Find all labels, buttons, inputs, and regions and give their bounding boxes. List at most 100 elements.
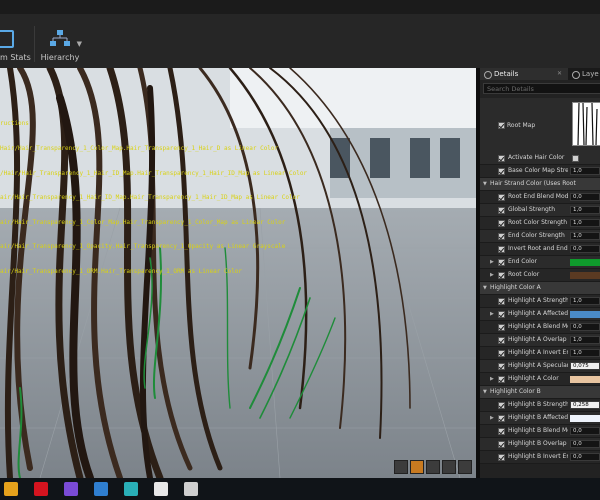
- override-checkbox[interactable]: [498, 350, 505, 357]
- lit-icon[interactable]: [410, 460, 424, 474]
- override-checkbox[interactable]: [498, 194, 505, 201]
- category-collapse-icon[interactable]: ▼: [483, 178, 487, 190]
- property-row: ▶ Highlight A Color: [480, 373, 600, 386]
- camera-icon[interactable]: [442, 460, 456, 474]
- hierarchy-button[interactable]: ▼ Hierarchy: [40, 24, 82, 64]
- expand-arrow-icon[interactable]: ▶: [490, 256, 494, 268]
- chrome-icon[interactable]: [4, 482, 18, 496]
- property-row: Invert Root and End Col0,0: [480, 243, 600, 256]
- override-checkbox[interactable]: [498, 441, 505, 448]
- property-category[interactable]: ▼ Highlight Color B: [480, 386, 600, 399]
- property-value-field[interactable]: 0,258: [570, 401, 600, 409]
- override-checkbox[interactable]: [498, 168, 505, 175]
- override-checkbox[interactable]: [498, 311, 505, 318]
- tab-layers[interactable]: Laye: [568, 68, 600, 80]
- log-line: air/Hair_Transparency_1_Opacity.Hair_Tra…: [0, 243, 286, 251]
- search-details-input[interactable]: Search Details: [483, 83, 600, 94]
- property-row: Base Color Map Streng1,0: [480, 165, 600, 178]
- box-icon[interactable]: [184, 482, 198, 496]
- expand-arrow-icon[interactable]: ▶: [490, 308, 494, 320]
- category-collapse-icon[interactable]: ▼: [483, 386, 487, 398]
- override-checkbox[interactable]: [498, 272, 505, 279]
- color-swatch[interactable]: [570, 415, 600, 422]
- perspective-icon[interactable]: [394, 460, 408, 474]
- override-checkbox[interactable]: [498, 220, 505, 227]
- root-map-texture-thumbnail[interactable]: [572, 102, 600, 146]
- property-value-field[interactable]: 1,0: [570, 349, 600, 357]
- property-value-field[interactable]: 1,0: [570, 336, 600, 344]
- window: [440, 138, 460, 178]
- property-value-field[interactable]: 0,0: [570, 440, 600, 448]
- property-category[interactable]: ▼ Hair Strand Color (Uses Root: [480, 178, 600, 191]
- property-row: Highlight A Strength 1,0: [480, 295, 600, 308]
- override-checkbox[interactable]: [498, 298, 505, 305]
- override-checkbox[interactable]: [498, 363, 505, 370]
- media-icon[interactable]: [64, 482, 78, 496]
- property-value-field[interactable]: 1,0: [570, 206, 600, 214]
- layout-icon[interactable]: [458, 460, 472, 474]
- property-value-field[interactable]: 1,0: [570, 167, 600, 175]
- property-value-field[interactable]: 0,075: [570, 362, 600, 370]
- property-label: Highlight A Overlap End: [508, 336, 568, 343]
- override-checkbox[interactable]: [498, 155, 505, 162]
- log-line: air/Hair_Transparency_1_Color_Map.Hair_T…: [0, 218, 286, 226]
- expand-arrow-icon[interactable]: ▶: [490, 373, 494, 385]
- category-label: Highlight Color B: [490, 388, 541, 395]
- property-value-field[interactable]: 1,0: [570, 232, 600, 240]
- stats-button[interactable]: m Stats: [0, 24, 31, 64]
- property-label: End Color: [508, 258, 537, 265]
- property-value-field[interactable]: 0,0: [570, 323, 600, 331]
- log-line: air/Hair_Transparency_1_Hair_ID_Map.Hair…: [0, 194, 300, 202]
- property-value-field[interactable]: 0,0: [570, 453, 600, 461]
- property-label: Highlight B Strength: [508, 401, 568, 408]
- property-category[interactable]: ▼ Highlight Color A: [480, 282, 600, 295]
- photos-icon[interactable]: [94, 482, 108, 496]
- color-swatch[interactable]: [570, 272, 600, 279]
- property-value-field[interactable]: 0,0: [570, 193, 600, 201]
- property-row: ▶ Highlight A Affected Ra: [480, 308, 600, 321]
- color-swatch[interactable]: [570, 311, 600, 318]
- opera-icon[interactable]: [34, 482, 48, 496]
- unreal-icon[interactable]: [154, 482, 168, 496]
- expand-arrow-icon[interactable]: ▶: [490, 269, 494, 281]
- layers-icon: [572, 71, 580, 79]
- property-label: Highlight A Color: [508, 375, 559, 382]
- override-checkbox[interactable]: [498, 259, 505, 266]
- property-value-field[interactable]: 1,0: [570, 297, 600, 305]
- property-row: Highlight B Invert End S0,0: [480, 451, 600, 464]
- property-label: Highlight B Affected Ra: [508, 414, 568, 421]
- value-checkbox[interactable]: [572, 155, 579, 162]
- root-map-checkbox[interactable]: [498, 122, 505, 129]
- tab-details-label: Details: [494, 70, 519, 78]
- override-checkbox[interactable]: [498, 246, 505, 253]
- override-checkbox[interactable]: [498, 233, 505, 240]
- close-icon[interactable]: ✕: [557, 68, 562, 80]
- override-checkbox[interactable]: [498, 324, 505, 331]
- override-checkbox[interactable]: [498, 207, 505, 214]
- property-label: Base Color Map Streng: [508, 167, 568, 174]
- override-checkbox[interactable]: [498, 454, 505, 461]
- log-line: /Hair/Hair_Transparency_1_Hair_ID_Map.Ha…: [0, 169, 308, 177]
- os-taskbar: [0, 478, 600, 500]
- property-value-field[interactable]: 0,0: [570, 245, 600, 253]
- root-map-row: Root Map: [480, 98, 600, 152]
- override-checkbox[interactable]: [498, 376, 505, 383]
- editor-icon[interactable]: [124, 482, 138, 496]
- color-swatch[interactable]: [570, 259, 600, 266]
- property-value-field[interactable]: 0,0: [570, 427, 600, 435]
- level-viewport[interactable]: ructions Hair/Hair_Transparency_1_Color_…: [0, 68, 476, 478]
- expand-arrow-icon[interactable]: ▶: [490, 412, 494, 424]
- tab-layers-label: Laye: [582, 70, 599, 78]
- override-checkbox[interactable]: [498, 337, 505, 344]
- color-swatch[interactable]: [570, 376, 600, 383]
- property-value-field[interactable]: 1,0: [570, 219, 600, 227]
- tab-details[interactable]: Details ✕: [480, 68, 568, 80]
- category-label: Hair Strand Color (Uses Root: [490, 180, 576, 187]
- override-checkbox[interactable]: [498, 415, 505, 422]
- category-collapse-icon[interactable]: ▼: [483, 282, 487, 294]
- override-checkbox[interactable]: [498, 402, 505, 409]
- property-label: Activate Hair Color: [508, 154, 565, 161]
- show-icon[interactable]: [426, 460, 440, 474]
- override-checkbox[interactable]: [498, 428, 505, 435]
- hierarchy-dropdown-icon[interactable]: ▼: [77, 40, 82, 48]
